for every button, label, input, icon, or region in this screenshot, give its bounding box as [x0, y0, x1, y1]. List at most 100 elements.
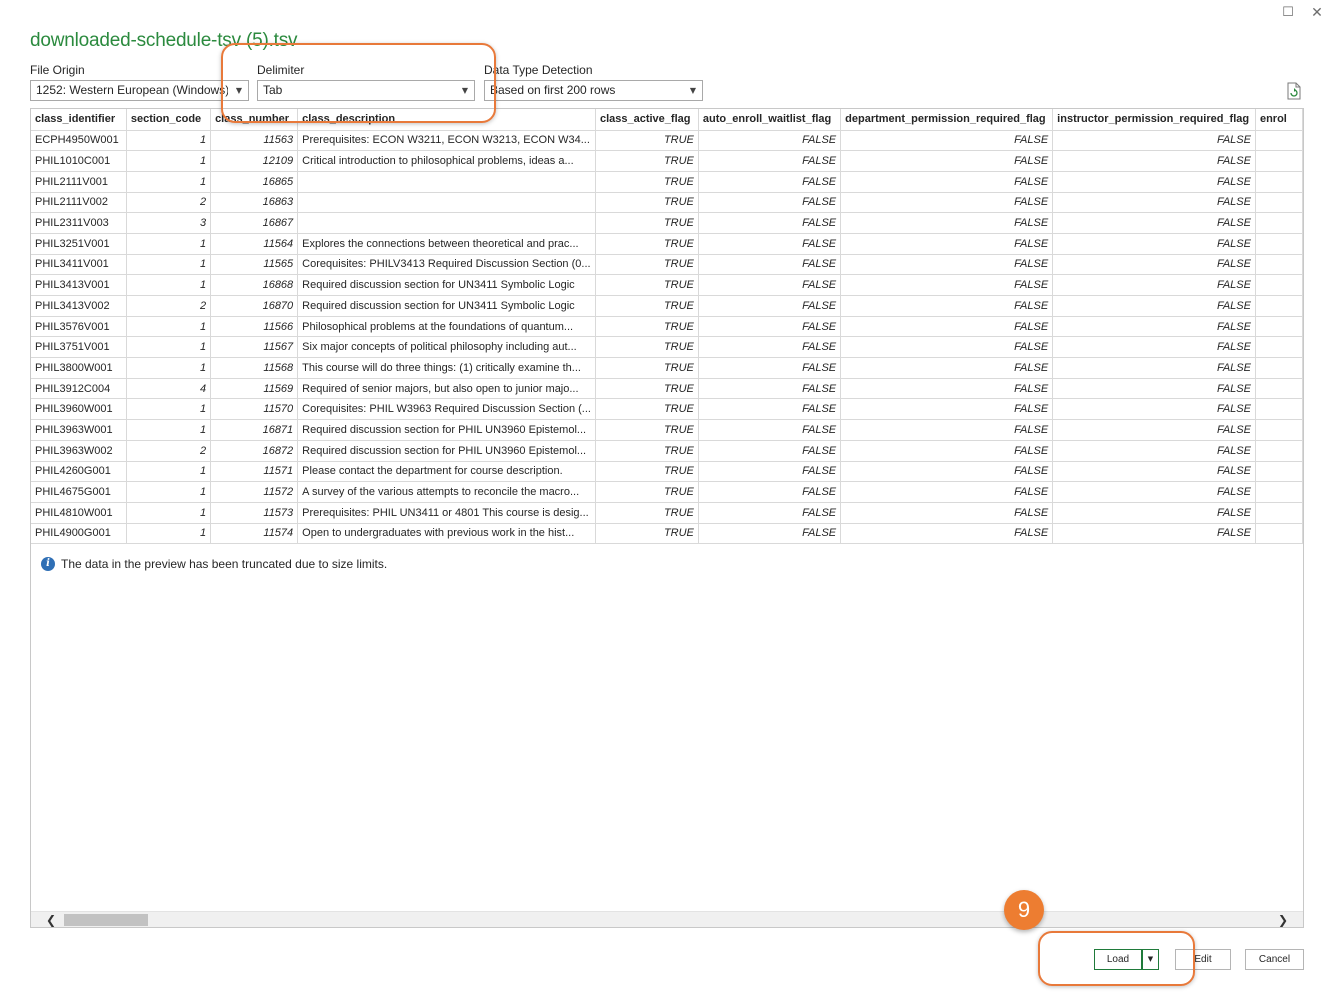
- table-cell: FALSE: [840, 461, 1054, 483]
- table-cell: 1: [126, 398, 212, 421]
- table-cell: 1: [126, 502, 212, 524]
- delimiter-select[interactable]: Tab ▼: [257, 80, 475, 101]
- table-row[interactable]: PHIL3751V001 1 11567 Six major concepts of …: [31, 336, 1303, 359]
- table-cell: PHIL3411V001: [31, 254, 127, 276]
- table-row[interactable]: PHIL4675G001 1 11572 A survey of the variou…: [31, 481, 1303, 503]
- table-cell: PHIL2111V002: [31, 192, 127, 214]
- table-cell: FALSE: [698, 336, 842, 359]
- table-row[interactable]: PHIL3963W002 2 16872 Required discussion se…: [31, 440, 1303, 462]
- column-header[interactable]: department_permission_required_flag: [840, 109, 1054, 131]
- refresh-preview-icon[interactable]: [1286, 82, 1302, 100]
- table-cell: 11563: [210, 130, 299, 152]
- table-cell: PHIL3576V001: [31, 316, 127, 338]
- table-row[interactable]: PHIL2311V003 3 16867 TRUE FALSE FALSE FALSE: [31, 212, 1303, 234]
- cancel-button[interactable]: Cancel: [1245, 949, 1304, 970]
- table-cell: FALSE: [1052, 254, 1256, 276]
- table-cell: FALSE: [1052, 150, 1256, 172]
- table-cell: PHIL3413V002: [31, 295, 127, 317]
- column-header[interactable]: enrol: [1255, 109, 1303, 131]
- table-cell: PHIL3912C004: [31, 378, 127, 400]
- column-header[interactable]: class_active_flag: [595, 109, 699, 131]
- table-row[interactable]: PHIL2111V001 1 16865 TRUE FALSE FALSE FALSE: [31, 171, 1303, 193]
- table-cell: Required discussion section for UN3411 S…: [297, 274, 596, 296]
- scroll-left-icon[interactable]: ❮: [43, 912, 59, 927]
- table-cell: 16867: [210, 212, 299, 234]
- table-cell: FALSE: [840, 150, 1054, 172]
- preview-grid[interactable]: class_identifier section_code class_number…: [30, 108, 1304, 928]
- table-cell: FALSE: [840, 212, 1054, 234]
- table-row[interactable]: PHIL4260G001 1 11571 Please contact the dep…: [31, 461, 1303, 483]
- table-cell: 12109: [210, 150, 299, 172]
- table-row[interactable]: PHIL3912C004 4 11569 Required of senior maj…: [31, 378, 1303, 400]
- table-cell: FALSE: [1052, 233, 1256, 255]
- column-header[interactable]: section_code: [126, 109, 212, 131]
- table-cell: PHIL3413V001: [31, 274, 127, 296]
- table-cell: PHIL3960W001: [31, 398, 127, 421]
- column-header[interactable]: class_identifier: [31, 109, 127, 131]
- table-cell: TRUE: [595, 212, 699, 234]
- table-cell: TRUE: [595, 192, 699, 214]
- table-row[interactable]: PHIL3800W001 1 11568 This course will do th…: [31, 357, 1303, 379]
- table-cell: FALSE: [698, 316, 842, 338]
- table-cell: Prerequisites: ECON W3211, ECON W3213, E…: [297, 130, 596, 152]
- table-cell: FALSE: [698, 295, 842, 317]
- table-cell: Critical introduction to philosophical p…: [297, 150, 596, 172]
- table-row[interactable]: PHIL3411V001 1 11565 Corequisites: PHILV341…: [31, 254, 1303, 276]
- table-cell: 3: [126, 212, 212, 234]
- table-cell: FALSE: [698, 502, 842, 524]
- column-header[interactable]: class_number: [210, 109, 299, 131]
- table-cell: FALSE: [698, 481, 842, 503]
- scroll-right-icon[interactable]: ❯: [1275, 912, 1291, 927]
- table-row[interactable]: PHIL3251V001 1 11564 Explores the connectio…: [31, 233, 1303, 255]
- table-cell: TRUE: [595, 378, 699, 400]
- table-row[interactable]: PHIL4900G001 1 11574 Open to undergraduates…: [31, 523, 1303, 545]
- table-cell: [1255, 461, 1303, 483]
- table-cell: [1255, 233, 1303, 255]
- table-cell: TRUE: [595, 233, 699, 255]
- close-button[interactable]: ✕: [1308, 5, 1326, 21]
- table-cell: FALSE: [1052, 357, 1256, 379]
- table-cell: 1: [126, 233, 212, 255]
- table-cell: FALSE: [698, 378, 842, 400]
- table-cell: TRUE: [595, 150, 699, 172]
- data-type-detection-select[interactable]: Based on first 200 rows ▼: [484, 80, 703, 101]
- horizontal-scrollbar[interactable]: ❮ ❯: [31, 911, 1303, 927]
- table-cell: PHIL4675G001: [31, 481, 127, 503]
- table-cell: 16870: [210, 295, 299, 317]
- chevron-down-icon: ▼: [461, 86, 468, 95]
- edit-button[interactable]: Edit: [1175, 949, 1231, 970]
- table-cell: 11565: [210, 254, 299, 276]
- table-row[interactable]: ECPH4950W001 1 11563 Prerequisites: ECON W3…: [31, 130, 1303, 152]
- table-row[interactable]: PHIL3960W001 1 11570 Corequisites: PHIL W39…: [31, 398, 1303, 421]
- table-row[interactable]: PHIL3413V002 2 16870 Required discussion se…: [31, 295, 1303, 317]
- table-row[interactable]: PHIL3963W001 1 16871 Required discussion se…: [31, 419, 1303, 441]
- table-row[interactable]: PHIL3413V001 1 16868 Required discussion se…: [31, 274, 1303, 296]
- table-cell: This course will do three things: (1) cr…: [297, 357, 596, 379]
- table-cell: [1255, 130, 1303, 152]
- table-row[interactable]: PHIL3576V001 1 11566 Philosophical problems…: [31, 316, 1303, 338]
- table-cell: PHIL1010C001: [31, 150, 127, 172]
- file-origin-select[interactable]: 1252: Western European (Windows) ▼: [30, 80, 249, 101]
- table-cell: PHIL4260G001: [31, 461, 127, 483]
- table-cell: TRUE: [595, 461, 699, 483]
- table-cell: 1: [126, 461, 212, 483]
- load-dropdown-button[interactable]: ▼: [1142, 949, 1159, 970]
- table-cell: TRUE: [595, 357, 699, 379]
- table-cell: FALSE: [840, 192, 1054, 214]
- table-row[interactable]: PHIL4810W001 1 11573 Prerequisites: PHIL UN…: [31, 502, 1303, 524]
- column-header[interactable]: instructor_permission_required_flag: [1052, 109, 1256, 131]
- table-cell: Explores the connections between theoret…: [297, 233, 596, 255]
- table-row[interactable]: PHIL2111V002 2 16863 TRUE FALSE FALSE FALSE: [31, 192, 1303, 214]
- column-header[interactable]: auto_enroll_waitlist_flag: [698, 109, 842, 131]
- scrollbar-thumb[interactable]: [64, 914, 148, 926]
- table-cell: FALSE: [840, 523, 1054, 545]
- column-header[interactable]: class_description: [297, 109, 596, 131]
- chevron-down-icon: ▼: [1147, 955, 1154, 963]
- table-cell: FALSE: [840, 357, 1054, 379]
- maximize-button[interactable]: ☐: [1279, 5, 1297, 21]
- load-button[interactable]: Load: [1094, 949, 1142, 970]
- info-icon: i: [41, 557, 55, 571]
- table-cell: Required of senior majors, but also open…: [297, 378, 596, 400]
- table-cell: FALSE: [1052, 212, 1256, 234]
- table-row[interactable]: PHIL1010C001 1 12109 Critical introduction …: [31, 150, 1303, 172]
